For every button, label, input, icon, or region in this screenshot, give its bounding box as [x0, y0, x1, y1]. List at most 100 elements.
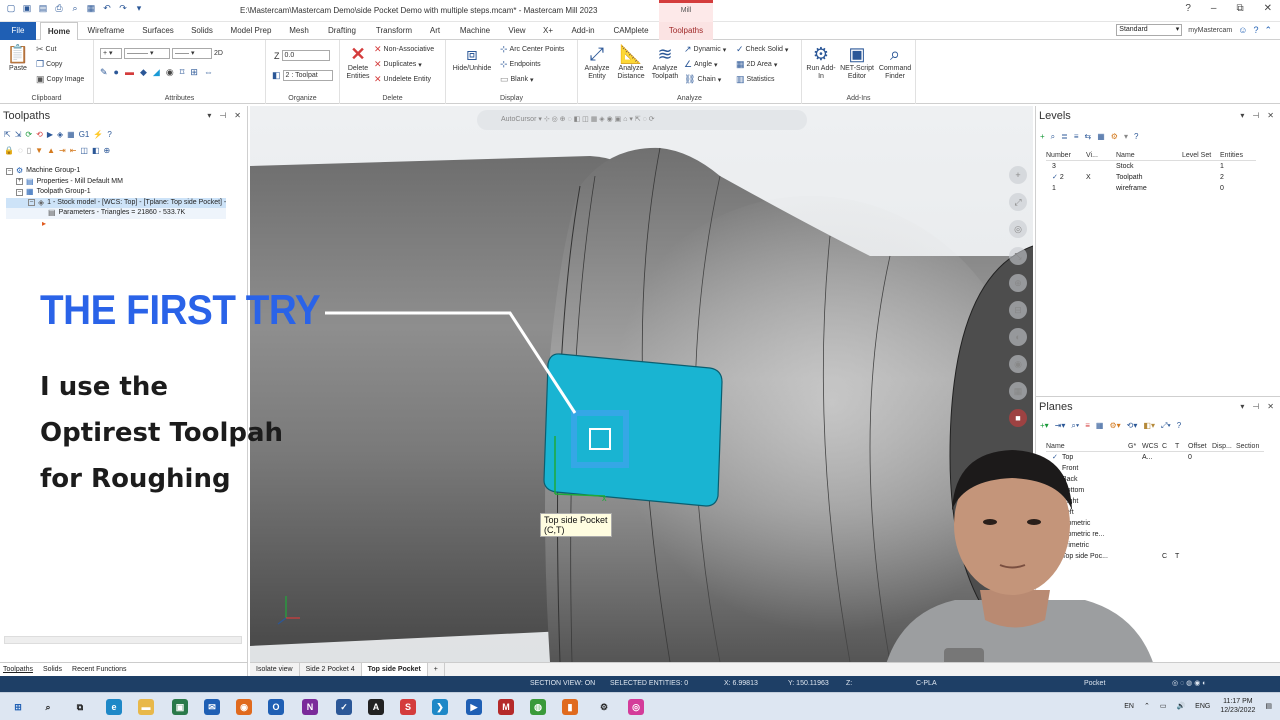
arc-center-points-button[interactable]: ⊹ Arc Center Points	[500, 45, 564, 54]
redo-icon[interactable]: ↷	[118, 3, 128, 14]
pan-icon[interactable]: ⤡	[1009, 247, 1027, 265]
wireframe-color-icon[interactable]: ✎	[100, 68, 108, 77]
move-up-icon[interactable]: ▲	[47, 146, 55, 155]
col-section[interactable]: Section	[1236, 441, 1264, 451]
level-visible[interactable]	[1086, 161, 1116, 172]
level-visible[interactable]	[1086, 183, 1116, 194]
tray-clock[interactable]: 11:17 PM 12/23/2022	[1220, 697, 1255, 715]
tab-machine[interactable]: Machine	[456, 22, 494, 40]
zoom-icon[interactable]: ▶	[466, 699, 482, 715]
col-number[interactable]: Number	[1046, 150, 1086, 160]
save-icon[interactable]: ▣	[22, 3, 32, 14]
pocket-face[interactable]	[543, 353, 723, 507]
col-offset[interactable]: Offset	[1188, 441, 1212, 451]
chrome-icon[interactable]: ◍	[530, 699, 546, 715]
plane-help-icon[interactable]: ?	[1177, 421, 1181, 431]
level-settings-icon[interactable]: ⚙	[1111, 132, 1118, 142]
level-row[interactable]: 3 Stock 1	[1046, 161, 1256, 172]
tab-wireframe[interactable]: Wireframe	[84, 22, 128, 40]
plane-display-icon[interactable]: ⤢▾	[1161, 421, 1171, 431]
chain-button[interactable]: ⛓ Chain ▾	[684, 75, 721, 84]
add-plane-icon[interactable]: +▾	[1040, 421, 1049, 431]
backplot-icon[interactable]: ▶	[47, 130, 53, 139]
settings-gear-icon[interactable]: ⚙	[596, 699, 612, 715]
add-level-icon[interactable]: +	[1040, 132, 1045, 142]
angle-button[interactable]: ∠ Angle ▾	[684, 60, 718, 69]
level-select[interactable]: 2 : Toolpat	[282, 70, 333, 81]
show-selected-icon[interactable]: ◧	[92, 146, 100, 155]
sheet-tab-isolate-view[interactable]: Isolate view	[250, 663, 300, 676]
configuration-select[interactable]: Standard	[1116, 24, 1183, 36]
tab-transform[interactable]: Transform	[372, 22, 416, 40]
tree-expander[interactable]: –	[16, 188, 23, 196]
tray-language-1[interactable]: EN	[1124, 703, 1134, 710]
point-style-select[interactable]: + ▾	[100, 48, 122, 59]
print-preview-icon[interactable]: ⌕	[70, 3, 80, 14]
tray-network-icon[interactable]: ▭	[1160, 702, 1167, 710]
sheet-tab-top-side-pocket[interactable]: Top side Pocket	[361, 663, 428, 676]
open-icon[interactable]: ▦	[86, 3, 96, 14]
reset-plane-icon[interactable]: ≡	[1085, 421, 1090, 431]
save-as-icon[interactable]: ▤	[38, 3, 48, 14]
notification-icon[interactable]: ▤	[1265, 702, 1272, 710]
tree-item-properties[interactable]: + ▤ Properties - Mill Default MM	[6, 177, 226, 188]
simulate-icon[interactable]: ▦	[67, 130, 75, 139]
add-sheet-button[interactable]: +	[428, 663, 445, 676]
col-entities[interactable]: Entities	[1220, 150, 1256, 160]
plane-filter-icon[interactable]: ▦	[1096, 421, 1104, 431]
pin-icon[interactable]: ⊣	[1252, 111, 1259, 120]
tab-toolpaths-panel[interactable]: Toolpaths	[3, 663, 33, 676]
sheet-tab-side-2-pocket-4[interactable]: Side 2 Pocket 4	[300, 663, 362, 676]
attributes-icon[interactable]: ⇔	[204, 68, 213, 77]
tree-expander[interactable]: –	[6, 167, 13, 175]
verify-icon[interactable]: ◈	[57, 130, 63, 139]
panel-menu-icon[interactable]: ▾	[1240, 111, 1244, 120]
net-script-editor-button[interactable]: ▣ NET-Script Editor	[838, 43, 876, 81]
statistics-button[interactable]: ▥ Statistics	[736, 75, 775, 84]
section-icon[interactable]: ⊟	[1009, 301, 1027, 319]
find-level-icon[interactable]: ⌕	[1051, 132, 1055, 142]
insert-arrow-icon[interactable]: ⇥	[59, 146, 66, 155]
toolpath-display-icon[interactable]: ⊕	[104, 146, 111, 155]
fill-color-icon[interactable]: ◢	[153, 68, 160, 77]
delete-entities-button[interactable]: ✕ Delete Entities	[342, 43, 374, 81]
store-icon[interactable]: ▣	[172, 699, 188, 715]
zoom-plus-icon[interactable]: +	[1009, 166, 1027, 184]
vscode-icon[interactable]: ❯	[432, 699, 448, 715]
line-style-select[interactable]: ——— ▾	[124, 48, 170, 59]
dynamic-button[interactable]: ↗ Dynamic ▾	[684, 45, 726, 54]
tab-add-in[interactable]: Add-in	[566, 22, 600, 40]
post-icon[interactable]: G1	[79, 130, 90, 139]
find-plane-icon[interactable]: ⌕▾	[1071, 421, 1079, 431]
level-stack2-icon[interactable]: ≡	[1074, 132, 1079, 142]
analyze-toolpath-button[interactable]: ≋ Analyze Toolpath	[648, 43, 682, 81]
undelete-entity-button[interactable]: ✕ Undelete Entity	[374, 75, 431, 84]
tab-model-prep[interactable]: Model Prep	[228, 22, 274, 40]
regenerate-dirty-icon[interactable]: ⟲	[36, 130, 43, 139]
paste-button[interactable]: 📋 Paste	[4, 43, 32, 73]
level-stack-icon[interactable]: ≣	[1061, 132, 1068, 142]
cut-button[interactable]: ✂ Cut	[36, 45, 56, 54]
tab-drafting[interactable]: Drafting	[322, 22, 362, 40]
tab-recent-functions[interactable]: Recent Functions	[72, 663, 126, 676]
toggle-display-icon[interactable]: ◌	[18, 146, 23, 155]
shading-icon[interactable]: ◐	[1009, 328, 1027, 346]
autodesk-icon[interactable]: A	[368, 699, 384, 715]
stop-icon[interactable]: ■	[1009, 409, 1027, 427]
point-color-icon[interactable]: ●	[114, 68, 119, 77]
panel-close-icon[interactable]: ✕	[234, 111, 241, 120]
command-finder-button[interactable]: ⌕ Command Finder	[876, 43, 914, 81]
tree-item-stock-model[interactable]: – ◈ 1 - Stock model - [WCS: Top] - [Tpla…	[6, 197, 227, 208]
tab-toolpaths[interactable]: Toolpaths	[659, 22, 713, 40]
tab-mesh[interactable]: Mesh	[284, 22, 314, 40]
check-solid-button[interactable]: ✓ Check Solid ▾	[736, 45, 788, 54]
edge-browser-icon[interactable]: e	[106, 699, 122, 715]
tab-camplete[interactable]: CAMplete	[610, 22, 652, 40]
tab-home[interactable]: Home	[40, 22, 78, 40]
surface-color-icon[interactable]: ▬	[125, 68, 134, 77]
analyze-entity-button[interactable]: ⤢ Analyze Entity	[580, 43, 614, 81]
tray-language-2[interactable]: ENG	[1195, 703, 1210, 710]
panel-close-icon[interactable]: ✕	[1267, 402, 1274, 411]
endpoints-button[interactable]: ⊹ Endpoints	[500, 60, 541, 69]
tree-item-parameters[interactable]: ▤ Parameters - Triangles = 21860 - 533.7…	[6, 208, 227, 219]
